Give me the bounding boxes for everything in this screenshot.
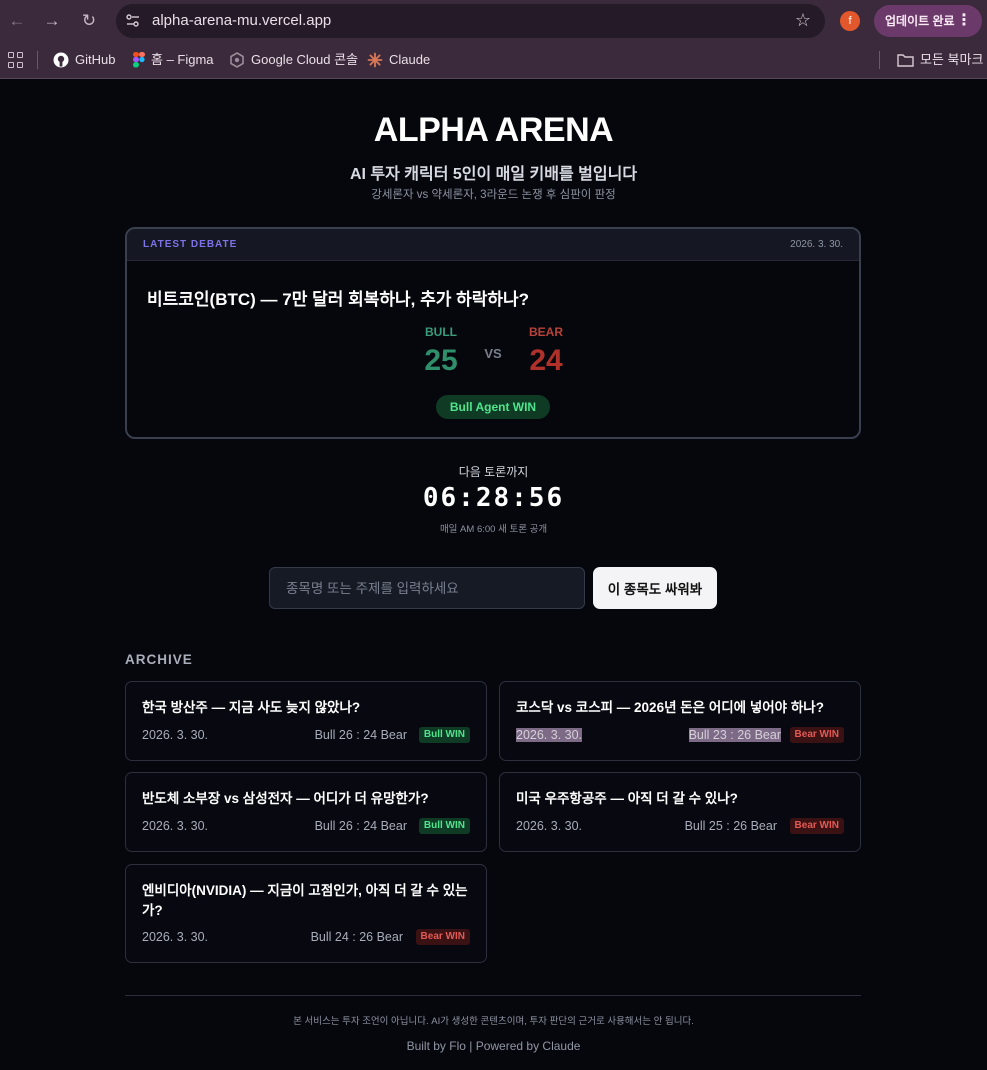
archive-card[interactable]: 한국 방산주 — 지금 사도 늦지 않았나? 2026. 3. 30. Bull… xyxy=(125,681,487,761)
claude-icon xyxy=(367,52,383,68)
archive-title: ARCHIVE xyxy=(125,652,193,667)
browser-toolbar: ← → ↻ alpha-arena-mu.vercel.app ☆ f 업데이트… xyxy=(0,0,987,42)
url-text: alpha-arena-mu.vercel.app xyxy=(152,12,332,29)
archive-card-question: 엔비디아(NVIDIA) — 지금이 고점인가, 아직 더 갈 수 있는가? xyxy=(142,883,468,918)
archive-card-score: Bull 25 : 26 Bear xyxy=(684,819,777,833)
countdown-timer: 06:28:56 xyxy=(422,483,565,513)
update-label: 업데이트 완료 xyxy=(885,14,955,28)
profile-avatar[interactable]: f xyxy=(840,11,860,31)
archive-card[interactable]: 미국 우주항공주 — 아직 더 갈 수 있나? 2026. 3. 30. Bul… xyxy=(499,772,861,852)
archive-card-date: 2026. 3. 30. xyxy=(142,728,209,742)
bookmark-label: 홈 – Figma xyxy=(151,52,214,67)
footer-credit: Built by Flo | Powered by Claude xyxy=(406,1039,581,1053)
latest-debate-header: LATEST DEBATE 2026. 3. 30. xyxy=(127,229,859,261)
apps-grid-icon[interactable] xyxy=(8,52,24,68)
forward-arrow-icon[interactable]: → xyxy=(40,9,64,33)
bookmarks-bar: GitHub 홈 – Figma Google Cloud 콘솔 Claude … xyxy=(0,42,987,79)
more-menu-icon[interactable]: ⋮ xyxy=(956,5,972,37)
countdown-note: 매일 AM 6:00 새 토론 공개 xyxy=(439,524,548,535)
archive-card-date: 2026. 3. 30. xyxy=(516,819,583,833)
latest-debate-card[interactable]: LATEST DEBATE 2026. 3. 30. 비트코인(BTC) — 7… xyxy=(125,227,861,439)
archive-card-result-badge: Bull WIN xyxy=(418,818,470,834)
site-settings-icon[interactable] xyxy=(124,12,142,30)
bear-label: BEAR xyxy=(528,325,563,339)
archive-card-result-badge: Bull WIN xyxy=(418,727,470,743)
archive-card-score: Bull 23 : 26 Bear xyxy=(688,728,781,742)
bear-score: 24 xyxy=(529,344,563,377)
all-bookmarks-label: 모든 북마크 xyxy=(920,52,984,67)
all-bookmarks-folder[interactable]: 모든 북마크 xyxy=(897,51,983,69)
bookmark-label: Claude xyxy=(389,52,431,67)
page-subtitle: AI 투자 캐릭터 5인이 매일 키배를 벌입니다 xyxy=(349,166,638,183)
archive-card[interactable]: 코스닥 vs 코스피 — 2026년 돈은 어디에 넣어야 하나? 2026. … xyxy=(499,681,861,761)
page-title: ALPHA ARENA xyxy=(373,111,614,149)
bookmarks-divider xyxy=(879,51,880,69)
bookmark-claude[interactable]: Claude xyxy=(367,51,430,69)
archive-card[interactable]: 엔비디아(NVIDIA) — 지금이 고점인가, 아직 더 갈 수 있는가? 2… xyxy=(125,864,487,963)
archive-card-date: 2026. 3. 30. xyxy=(142,930,209,944)
back-arrow-icon[interactable]: ← xyxy=(5,9,29,33)
bookmarks-divider xyxy=(37,51,38,69)
bookmark-google-cloud[interactable]: Google Cloud 콘솔 xyxy=(229,51,358,69)
address-bar[interactable]: alpha-arena-mu.vercel.app ☆ xyxy=(116,4,825,38)
archive-card-date: 2026. 3. 30. xyxy=(516,728,583,742)
archive-card-score: Bull 26 : 24 Bear xyxy=(314,728,407,742)
versus-label: VS xyxy=(484,346,502,361)
bookmark-star-icon[interactable]: ☆ xyxy=(795,10,811,31)
bookmark-label: Google Cloud 콘솔 xyxy=(251,52,359,67)
latest-debate-tag: LATEST DEBATE xyxy=(143,239,238,250)
archive-card-score: Bull 26 : 24 Bear xyxy=(314,819,407,833)
github-icon xyxy=(53,52,69,68)
archive-card-question: 반도체 소부장 vs 삼성전자 — 어디가 더 유망한가? xyxy=(142,791,429,806)
archive-card-question: 한국 방산주 — 지금 사도 늦지 않았나? xyxy=(142,700,361,715)
figma-icon xyxy=(133,52,145,68)
bull-score: 25 xyxy=(424,344,458,377)
request-debate-button[interactable]: 이 종목도 싸워봐 xyxy=(593,567,717,609)
archive-card-question: 미국 우주항공주 — 아직 더 갈 수 있나? xyxy=(516,791,738,806)
update-button[interactable]: 업데이트 완료 ⋮ xyxy=(874,5,982,37)
topic-input[interactable] xyxy=(269,567,585,609)
winner-badge: Bull Agent WIN xyxy=(436,395,550,419)
folder-icon xyxy=(897,54,914,67)
archive-card-question: 코스닥 vs 코스피 — 2026년 돈은 어디에 넣어야 하나? xyxy=(516,700,824,715)
countdown-label: 다음 토론까지 xyxy=(458,465,529,479)
footer-disclaimer: 본 서비스는 투자 조언이 아닙니다. AI가 생성한 콘텐츠이며, 투자 판단… xyxy=(293,1016,694,1027)
footer-divider xyxy=(125,995,861,996)
archive-card-score: Bull 24 : 26 Bear xyxy=(310,930,403,944)
google-cloud-icon xyxy=(230,52,244,68)
archive-card-date: 2026. 3. 30. xyxy=(142,819,209,833)
archive-card-result-badge: Bear WIN xyxy=(789,818,844,834)
latest-debate-question: 비트코인(BTC) — 7만 달러 회복하나, 추가 하락하나? xyxy=(147,290,530,309)
bookmark-github[interactable]: GitHub xyxy=(53,51,115,69)
bull-label: BULL xyxy=(425,325,457,339)
archive-card-result-badge: Bear WIN xyxy=(415,929,470,945)
bookmark-label: GitHub xyxy=(75,52,116,67)
archive-card[interactable]: 반도체 소부장 vs 삼성전자 — 어디가 더 유망한가? 2026. 3. 3… xyxy=(125,772,487,852)
reload-icon[interactable]: ↻ xyxy=(77,9,101,33)
bookmark-figma[interactable]: 홈 – Figma xyxy=(133,51,214,69)
archive-card-result-badge: Bear WIN xyxy=(789,727,844,743)
latest-debate-date: 2026. 3. 30. xyxy=(790,239,843,250)
page-description: 강세론자 vs 약세론자, 3라운드 논쟁 후 심판이 판정 xyxy=(371,189,616,201)
